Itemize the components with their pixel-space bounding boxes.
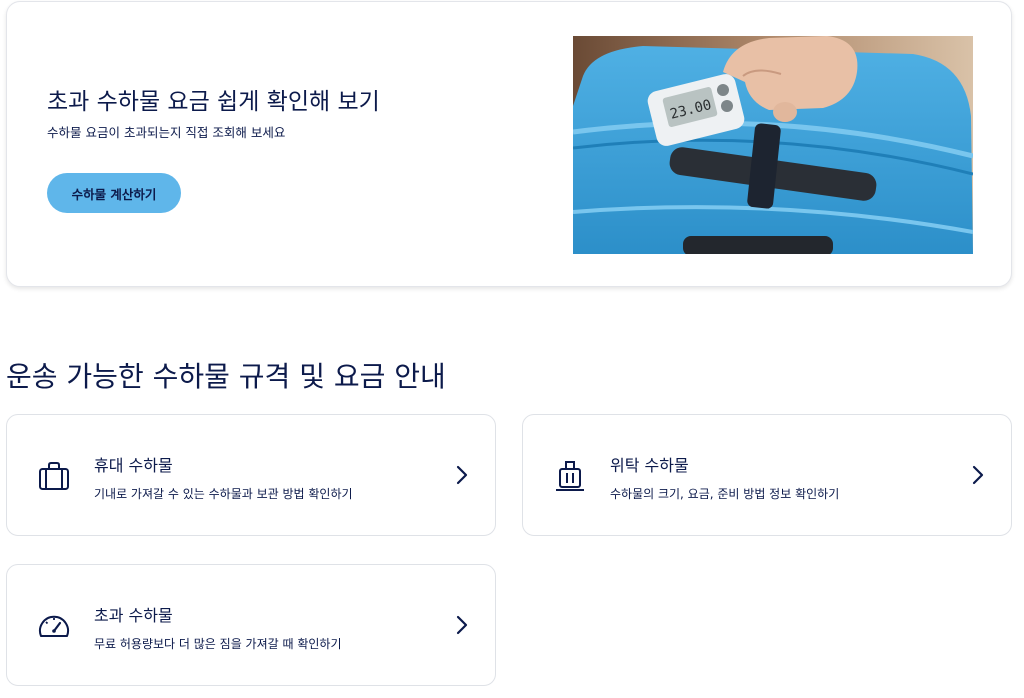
gauge-icon	[39, 615, 69, 637]
card-title: 초과 수하물	[94, 606, 173, 625]
promo-title: 초과 수하물 요금 쉽게 확인해 보기	[47, 89, 380, 115]
excess-baggage-promo-card: 초과 수하물 요금 쉽게 확인해 보기 수하물 요금이 초과되는지 직접 조회해…	[6, 1, 1012, 287]
luggage-trolley-icon	[556, 461, 584, 491]
card-title: 휴대 수하물	[94, 456, 173, 475]
carry-on-baggage-card[interactable]: 휴대 수하물 기내로 가져갈 수 있는 수하물과 보관 방법 확인하기	[6, 414, 496, 536]
luggage-scale-photo: 23.00	[573, 36, 973, 254]
card-title: 위탁 수하물	[610, 456, 689, 475]
checked-baggage-card[interactable]: 위탁 수하물 수하물의 크기, 요금, 준비 방법 정보 확인하기	[522, 414, 1012, 536]
card-description: 무료 허용량보다 더 많은 짐을 가져갈 때 확인하기	[94, 637, 342, 651]
chevron-right-icon	[972, 465, 984, 485]
briefcase-icon	[39, 462, 69, 490]
baggage-info-section-title: 운송 가능한 수하물 규격 및 요금 안내	[6, 360, 446, 393]
chevron-right-icon	[456, 465, 468, 485]
promo-subtitle: 수하물 요금이 초과되는지 직접 조회해 보세요	[47, 125, 286, 140]
excess-baggage-card[interactable]: 초과 수하물 무료 허용량보다 더 많은 짐을 가져갈 때 확인하기	[6, 564, 496, 686]
card-description: 수하물의 크기, 요금, 준비 방법 정보 확인하기	[610, 487, 840, 501]
baggage-calculator-button[interactable]: 수하물 계산하기	[47, 173, 181, 213]
card-description: 기내로 가져갈 수 있는 수하물과 보관 방법 확인하기	[94, 487, 353, 501]
chevron-right-icon	[456, 615, 468, 635]
